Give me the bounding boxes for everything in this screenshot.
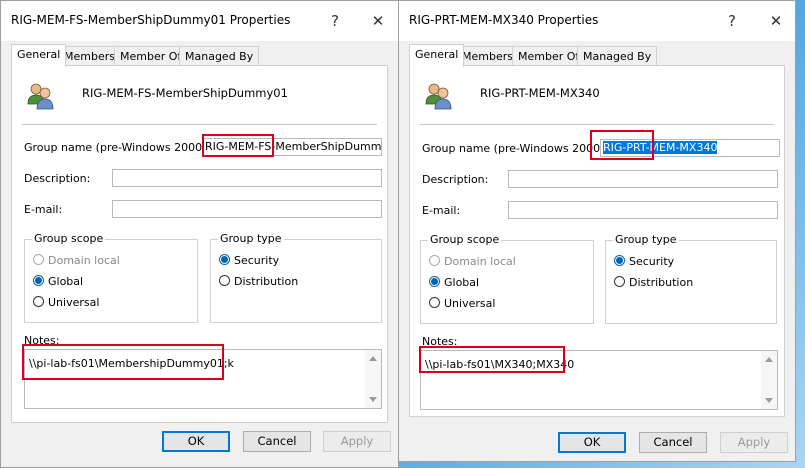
notes-scrollbar[interactable] [761,351,777,409]
radio-domain-local[interactable]: Domain local [429,255,516,271]
radio-button[interactable] [33,254,44,265]
divider [22,124,377,125]
title-bar[interactable]: RIG-PRT-MEM-MX340 Properties ? ✕ [399,1,795,41]
group-type-box: Group type Security Distribution [605,233,777,324]
email-label: E-mail: [24,203,63,216]
radio-global[interactable]: Global [33,275,83,291]
scroll-down-icon[interactable] [369,397,377,402]
group-scope-box: Group scope Domain local Global Universa… [24,232,198,323]
radio-security[interactable]: Security [614,255,674,271]
tab-general[interactable]: General [409,44,465,67]
tab-members[interactable]: Members [456,46,519,66]
tab-member-of[interactable]: Member Of [512,46,586,66]
group-name-field[interactable]: RIG-PRT-MEM-MX340 [600,139,780,157]
radio-label: Domain local [444,255,516,268]
radio-label: Domain local [48,254,120,267]
notes-value: \\pi-lab-fs01\MembershipDummy01;k [29,357,234,370]
radio-label: Global [48,275,84,288]
ok-button[interactable]: OK [558,432,626,453]
email-field[interactable] [508,201,778,219]
radio-distribution[interactable]: Distribution [614,276,693,292]
notes-field[interactable]: \\pi-lab-fs01\MX340;MX340 [420,350,778,410]
description-field[interactable] [508,170,778,188]
radio-label: Distribution [234,275,299,288]
divider [420,124,774,125]
radio-universal[interactable]: Universal [429,297,495,313]
group-display-name: RIG-MEM-FS-MemberShipDummy01 [82,86,288,100]
radio-button[interactable] [429,276,440,287]
scroll-down-icon[interactable] [765,398,773,403]
radio-button[interactable] [219,275,230,286]
radio-label: Universal [444,297,496,310]
group-type-box: Group type Security Distribution [210,232,382,323]
radio-button[interactable] [614,276,625,287]
radio-security[interactable]: Security [219,254,279,270]
group-display-name: RIG-PRT-MEM-MX340 [480,86,600,100]
group-scope-label: Group scope [32,232,106,245]
notes-value: \\pi-lab-fs01\MX340;MX340 [425,358,575,371]
properties-dialog-memberships: RIG-MEM-FS-MemberShipDummy01 Properties … [0,0,399,468]
tab-managed-by[interactable]: Managed By [179,46,260,66]
scroll-up-icon[interactable] [765,357,773,362]
description-field[interactable] [112,169,382,187]
ok-button[interactable]: OK [162,431,230,452]
group-type-label: Group type [613,233,679,246]
properties-dialog-printer: RIG-PRT-MEM-MX340 Properties ? ✕ General… [398,0,796,462]
window-title: RIG-MEM-FS-MemberShipDummy01 Properties [11,13,291,27]
radio-button[interactable] [429,255,440,266]
general-panel: RIG-MEM-FS-MemberShipDummy01 Group name … [11,65,388,423]
cancel-button[interactable]: Cancel [243,431,311,452]
radio-label: Security [629,255,675,268]
group-icon [27,83,54,110]
window-title: RIG-PRT-MEM-MX340 Properties [409,13,599,27]
email-label: E-mail: [422,204,461,217]
group-name-value: RIG-MEM-FS-MemberShipDummy01 [205,140,382,153]
group-name-label: Group name (pre-Windows 2000): [24,141,211,154]
tab-managed-by[interactable]: Managed By [577,46,658,66]
group-name-label: Group name (pre-Windows 2000): [422,142,609,155]
general-panel: RIG-PRT-MEM-MX340 Group name (pre-Window… [409,65,785,417]
radio-domain-local[interactable]: Domain local [33,254,120,270]
group-icon [425,83,452,110]
group-scope-label: Group scope [428,233,502,246]
close-icon[interactable]: ✕ [365,11,391,31]
group-name-field[interactable]: RIG-MEM-FS-MemberShipDummy01 [202,138,382,156]
notes-label: Notes: [24,334,60,347]
title-bar[interactable]: RIG-MEM-FS-MemberShipDummy01 Properties … [1,1,398,41]
notes-scrollbar[interactable] [365,350,381,408]
radio-button[interactable] [33,296,44,307]
radio-label: Distribution [629,276,694,289]
radio-label: Global [444,276,480,289]
description-label: Description: [422,173,489,186]
tab-general[interactable]: General [11,44,67,67]
description-label: Description: [24,172,91,185]
group-scope-box: Group scope Domain local Global Universa… [420,233,594,324]
radio-button[interactable] [429,297,440,308]
tab-members[interactable]: Members [58,46,121,66]
radio-universal[interactable]: Universal [33,296,99,312]
cancel-button[interactable]: Cancel [639,432,707,453]
scroll-up-icon[interactable] [369,356,377,361]
radio-label: Universal [48,296,100,309]
help-icon[interactable]: ? [719,11,745,31]
group-name-value: RIG-PRT-MEM-MX340 [603,141,718,154]
close-icon[interactable]: ✕ [763,11,789,31]
radio-button[interactable] [219,254,230,265]
help-icon[interactable]: ? [322,11,348,31]
notes-field[interactable]: \\pi-lab-fs01\MembershipDummy01;k [24,349,382,409]
email-field[interactable] [112,200,382,218]
radio-button[interactable] [33,275,44,286]
apply-button[interactable]: Apply [323,431,391,452]
radio-global[interactable]: Global [429,276,479,292]
radio-distribution[interactable]: Distribution [219,275,298,291]
apply-button[interactable]: Apply [720,432,788,453]
radio-button[interactable] [614,255,625,266]
radio-label: Security [234,254,280,267]
group-type-label: Group type [218,232,284,245]
tab-member-of[interactable]: Member Of [114,46,188,66]
notes-label: Notes: [422,335,458,348]
